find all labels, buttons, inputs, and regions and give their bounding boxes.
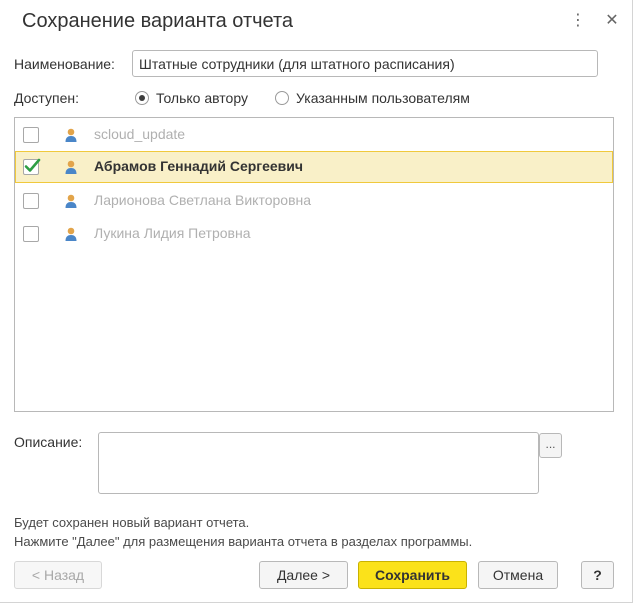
- user-icon: [65, 227, 77, 241]
- name-input[interactable]: [132, 50, 598, 77]
- user-name: Ларионова Светлана Викторовна: [94, 192, 312, 208]
- info-line-1: Будет сохранен новый вариант отчета.: [14, 515, 250, 530]
- user-icon: [65, 128, 77, 142]
- back-button[interactable]: < Назад: [14, 561, 102, 589]
- user-checkbox[interactable]: [23, 127, 39, 143]
- radio-off-icon: [275, 91, 289, 105]
- list-item-selected[interactable]: Абрамов Геннадий Сергеевич: [15, 151, 613, 183]
- info-line-2: Нажмите "Далее" для размещения варианта …: [14, 534, 473, 549]
- available-label: Доступен:: [14, 90, 79, 106]
- list-item[interactable]: Лукина Лидия Петровна: [15, 218, 613, 250]
- user-name: scloud_update: [94, 126, 186, 142]
- user-checkbox[interactable]: [23, 226, 39, 242]
- name-label: Наименование:: [14, 56, 115, 72]
- users-list[interactable]: scloud_update Абрамов Геннадий Сергеевич…: [14, 117, 614, 412]
- radio-only-author-label: Только автору: [156, 90, 248, 106]
- description-input[interactable]: [98, 432, 539, 494]
- close-icon[interactable]: ✕: [601, 10, 623, 32]
- list-item[interactable]: scloud_update: [15, 119, 613, 151]
- more-options-icon[interactable]: ⋮: [567, 10, 589, 32]
- save-report-variant-dialog: Сохранение варианта отчета ⋮ ✕ Наименова…: [0, 0, 633, 603]
- user-name: Абрамов Геннадий Сергеевич: [94, 158, 304, 174]
- check-icon: [24, 158, 41, 172]
- user-name: Лукина Лидия Петровна: [94, 225, 251, 241]
- next-button[interactable]: Далее >: [259, 561, 348, 589]
- dialog-title: Сохранение варианта отчета: [22, 10, 294, 32]
- user-icon: [65, 194, 77, 208]
- user-checkbox-checked[interactable]: [23, 158, 41, 175]
- cancel-button[interactable]: Отмена: [478, 561, 558, 589]
- save-button[interactable]: Сохранить: [358, 561, 467, 589]
- help-button[interactable]: ?: [581, 561, 614, 589]
- radio-specified-users[interactable]: Указанным пользователям: [275, 89, 470, 107]
- description-select-button[interactable]: ...: [539, 433, 562, 458]
- list-item[interactable]: Ларионова Светлана Викторовна: [15, 185, 613, 217]
- description-label: Описание:: [14, 434, 83, 450]
- user-checkbox[interactable]: [23, 193, 39, 209]
- radio-only-author[interactable]: Только автору: [135, 89, 248, 107]
- radio-specified-users-label: Указанным пользователям: [296, 90, 470, 106]
- radio-on-icon: [135, 91, 149, 105]
- user-icon: [65, 160, 77, 174]
